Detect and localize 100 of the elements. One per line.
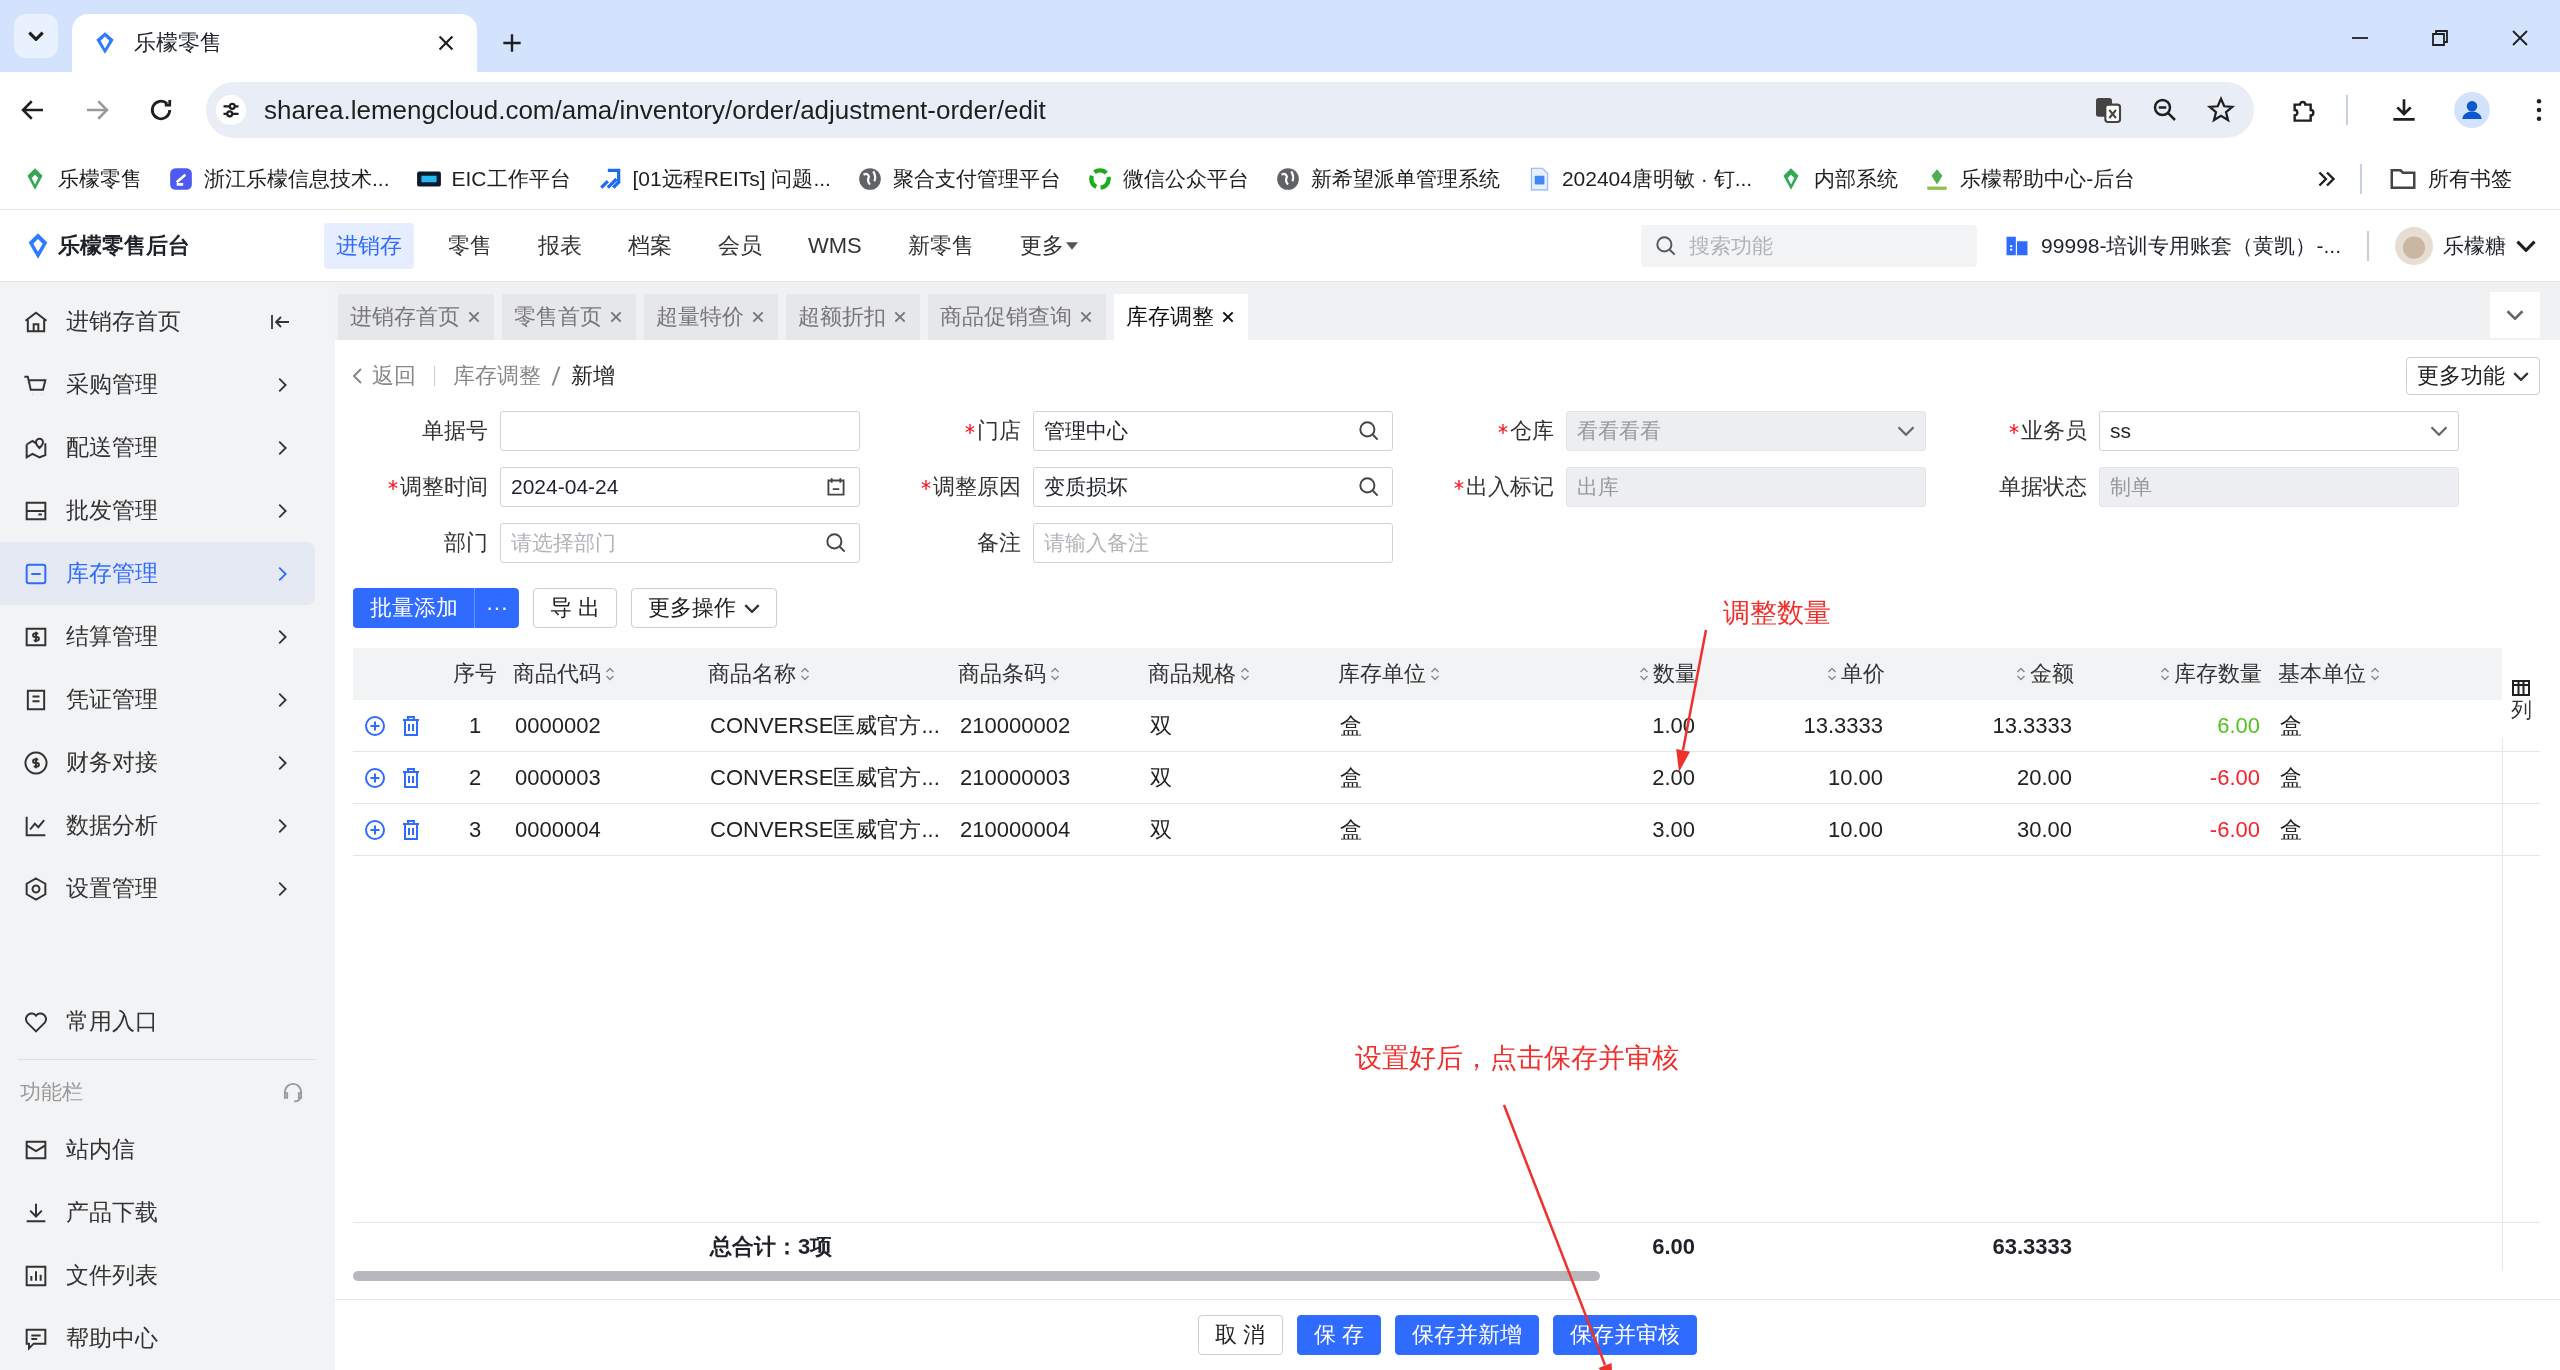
sidebar-item[interactable]: 数据分析 <box>0 794 315 857</box>
profile-icon[interactable] <box>2454 92 2490 128</box>
sort-icon[interactable] <box>2160 666 2170 682</box>
bookmark[interactable]: 乐檬零售 <box>22 164 142 193</box>
add-row-icon[interactable] <box>363 765 387 790</box>
breadcrumb-link[interactable]: 库存调整 <box>453 361 541 391</box>
page-tab[interactable]: 零售首页 <box>502 294 636 340</box>
all-bookmarks[interactable]: 所有书签 <box>2388 163 2512 194</box>
tab-list-button[interactable] <box>14 14 58 58</box>
tabs-dropdown-button[interactable] <box>2490 292 2540 338</box>
nav-tab[interactable]: 报表 <box>526 222 594 269</box>
sidebar-item[interactable]: 产品下载 <box>0 1181 315 1244</box>
column-header[interactable]: 商品代码 <box>505 648 700 700</box>
column-header[interactable]: 商品条码 <box>950 648 1140 700</box>
sort-icon[interactable] <box>1050 666 1060 682</box>
more-actions-button[interactable]: 更多操作 <box>631 588 778 628</box>
nav-tab[interactable]: 会员 <box>706 222 774 269</box>
footer-button[interactable]: 取 消 <box>1198 1315 1283 1355</box>
bookmark[interactable]: 新希望派单管理系统 <box>1274 164 1500 193</box>
back-link[interactable]: 返回 <box>353 361 416 391</box>
table-cell-text: 210000003 <box>959 763 1072 792</box>
page-tab[interactable]: 商品促销查询 <box>928 294 1106 340</box>
sidebar-item[interactable]: 结算管理 <box>0 605 315 668</box>
sort-icon[interactable] <box>1240 666 1250 682</box>
sidebar-item[interactable]: 库存管理 <box>0 542 315 605</box>
nav-tab[interactable]: 零售 <box>436 222 504 269</box>
batch-add-button[interactable]: 批量添加 <box>353 588 475 628</box>
sort-icon[interactable] <box>2370 666 2380 682</box>
add-row-icon[interactable] <box>363 713 387 738</box>
chevron-down-icon[interactable] <box>2430 426 2448 436</box>
column-header[interactable]: 库存数量 <box>2082 648 2270 700</box>
nav-tab[interactable]: WMS <box>796 222 874 269</box>
scrollbar-thumb[interactable] <box>353 1271 1600 1281</box>
bookmark[interactable]: 浙江乐檬信息技术... <box>168 164 390 193</box>
sidebar-item[interactable]: 设置管理 <box>0 857 315 920</box>
sidebar-item[interactable]: 凭证管理 <box>0 668 315 731</box>
bookmark[interactable]: EIC工作平台 <box>415 164 571 193</box>
nav-tab[interactable]: 新零售 <box>895 222 986 269</box>
sidebar-item[interactable]: 进销存首页 <box>0 290 315 353</box>
sidebar-item[interactable]: 财务对接 <box>0 731 315 794</box>
close-icon[interactable] <box>1220 309 1236 325</box>
sort-icon[interactable] <box>1639 666 1649 682</box>
nav-tab[interactable]: 档案 <box>616 222 684 269</box>
column-header[interactable]: 数量 <box>1515 648 1705 700</box>
table-cell-text: 3.00 <box>1651 815 1696 844</box>
bookmark[interactable]: 微信公众平台 <box>1086 164 1249 193</box>
sort-icon[interactable] <box>1827 666 1837 682</box>
column-header[interactable]: 单价 <box>1705 648 1893 700</box>
add-row-icon[interactable] <box>363 817 387 842</box>
sort-icon[interactable] <box>2016 666 2026 682</box>
sidebar-item[interactable]: 配送管理 <box>0 416 315 479</box>
account-selector[interactable]: 99998-培训专用账套（黄凯）-... <box>2003 231 2341 260</box>
input-field[interactable] <box>500 411 860 451</box>
page-tab[interactable]: 超量特价 <box>644 294 778 340</box>
page-tab[interactable]: 超额折扣 <box>786 294 920 340</box>
sidebar-item[interactable]: 帮助中心 <box>0 1307 315 1370</box>
user-menu[interactable]: 乐檬糖 <box>2395 226 2536 265</box>
column-header[interactable]: 商品规格 <box>1140 648 1330 700</box>
column-header[interactable]: 金额 <box>1893 648 2082 700</box>
sidebar-item[interactable]: 批发管理 <box>0 479 315 542</box>
input-field[interactable]: ss <box>2099 411 2459 451</box>
column-header[interactable]: 商品名称 <box>700 648 950 700</box>
bookmark[interactable]: 乐檬帮助中心-后台 <box>1924 164 2136 193</box>
sidebar-item[interactable]: 站内信 <box>0 1118 315 1181</box>
column-settings-button[interactable]: 列 <box>2502 648 2540 738</box>
export-button[interactable]: 导 出 <box>533 588 618 628</box>
sidebar-item[interactable]: 采购管理 <box>0 353 315 416</box>
bookmark[interactable]: 内部系统 <box>1778 164 1899 193</box>
page-tab[interactable]: 进销存首页 <box>338 294 494 340</box>
bookmark[interactable]: [01远程REITs] 问题... <box>596 164 831 193</box>
sort-icon[interactable] <box>800 666 810 682</box>
sidebar-item[interactable]: 常用入口 <box>0 990 315 1053</box>
input-field[interactable]: 管理中心 <box>1033 411 1393 451</box>
more-functions-button[interactable]: 更多功能 <box>2406 357 2540 395</box>
bookmark[interactable]: 聚合支付管理平台 <box>856 164 1061 193</box>
address-field[interactable]: sharea.lemengcloud.com/ama/inventory/order/adjustment-order/edit <box>206 82 2254 138</box>
column-header[interactable]: 库存单位 <box>1330 648 1515 700</box>
star-icon[interactable] <box>2206 95 2236 125</box>
browser-tab[interactable]: 乐檬零售 <box>72 14 477 72</box>
site-settings-icon[interactable] <box>216 95 246 125</box>
nav-tab[interactable]: 进销存 <box>324 222 414 269</box>
field-label: 单据状态 <box>1999 473 2087 501</box>
input-field[interactable]: 2024-04-24 <box>500 467 860 507</box>
sort-icon[interactable] <box>605 666 615 682</box>
footer-button[interactable]: 保存并新增 <box>1394 1315 1539 1355</box>
search-field[interactable]: 搜索功能 <box>1641 224 1978 267</box>
sort-icon[interactable] <box>1430 666 1440 682</box>
sidebar-item[interactable]: 文件列表 <box>0 1244 315 1307</box>
column-header[interactable]: 基本单位 <box>2270 648 2460 700</box>
more-button[interactable]: ··· <box>475 588 519 628</box>
input-field[interactable]: 变质损坏 <box>1033 467 1393 507</box>
table-cell-text: CONVERSE匡威官方... <box>709 763 941 792</box>
page-tab[interactable]: 库存调整 <box>1114 294 1248 340</box>
field-label: 门店 <box>977 417 1021 445</box>
bookmark[interactable]: 202404唐明敏 · 钉... <box>1525 164 1753 193</box>
nav-tab[interactable]: 更多 <box>1007 222 1090 269</box>
table-cell-text: 2 <box>467 763 483 792</box>
column-header[interactable]: 序号 <box>445 648 505 700</box>
table-cell-text: 盒 <box>2279 815 2303 844</box>
footer-button[interactable]: 保 存 <box>1296 1315 1381 1355</box>
